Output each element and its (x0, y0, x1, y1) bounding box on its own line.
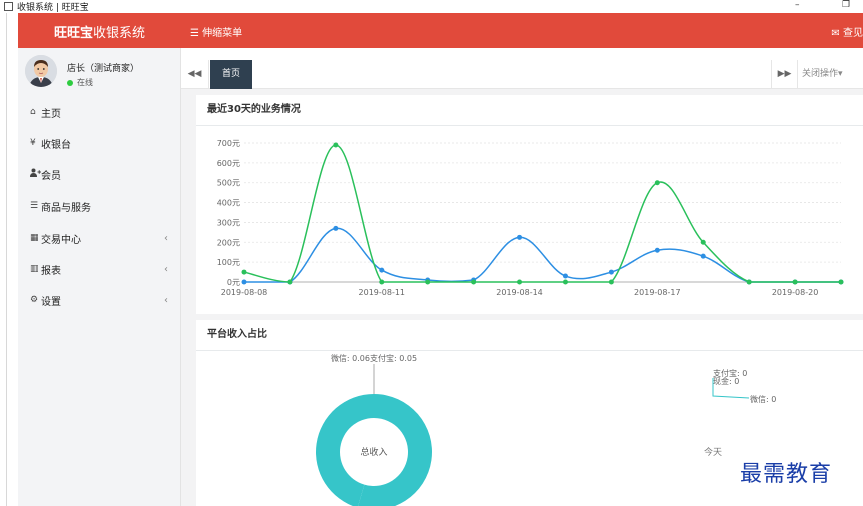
data-point (333, 142, 339, 148)
gears-icon: ⚙ (30, 295, 39, 305)
menu-toggle-label: 伸缩菜单 (202, 28, 243, 39)
tab-scroll-right-button[interactable]: ▶▶ (771, 60, 797, 89)
sidebar-item-label: 主页 (41, 108, 61, 120)
series-line (244, 227, 841, 283)
pie-center-label: 总收入 (360, 446, 387, 458)
sidebar-item-label: 交易中心 (41, 234, 81, 246)
data-point (517, 279, 523, 285)
data-point (700, 239, 706, 245)
business-chart-panel: 最近30天的业务情况 0元 100元 200元 300元 400元 500元 600元 700… (196, 95, 863, 314)
user-status: 在线 (67, 77, 93, 88)
data-point (333, 225, 339, 231)
data-point (562, 273, 568, 279)
data-point (654, 247, 660, 253)
sidebar-item-cashier[interactable]: ¥ 收银台 (18, 133, 180, 153)
brand-subtitle: 收银系统 (93, 26, 146, 41)
chevron-left-icon: ‹ (164, 263, 168, 275)
user-name: 店长（测试商家） (67, 64, 140, 74)
data-point (379, 279, 385, 285)
main-content: 最近30天的业务情况 0元 100元 200元 300元 400元 500元 600元 700… (181, 89, 863, 506)
pie-label: 微信: 0 (750, 394, 776, 404)
user-plus-icon (18, 168, 41, 180)
data-point (700, 253, 706, 259)
data-point (425, 279, 431, 285)
panel-title: 平台收入占比 (207, 329, 267, 340)
chevron-left-icon: ‹ (164, 232, 168, 244)
data-point (241, 269, 247, 275)
line-chart: 0元 100元 200元 300元 400元 500元 600元 700元 2019-08-08… (217, 139, 844, 297)
sidebar-item-label: 商品与服务 (41, 202, 91, 214)
sidebar-item-label: 报表 (41, 265, 61, 277)
y-tick-label: 400元 (217, 199, 240, 208)
sidebar-item-transactions[interactable]: ▦ 交易中心 ‹ (18, 228, 180, 248)
data-point (792, 279, 798, 285)
home-icon: ⌂ (30, 107, 36, 117)
y-tick-label: 100元 (217, 258, 240, 267)
data-point (654, 180, 660, 186)
notice-label: 查见 (843, 28, 863, 39)
x-tick-label: 2019-08-14 (496, 288, 543, 297)
menu-icon: ☰ (190, 28, 199, 39)
series-line (243, 144, 841, 283)
avatar[interactable] (25, 55, 57, 87)
pie-center-label: 今天 (704, 446, 722, 458)
restore-button[interactable]: ❐ (842, 0, 850, 10)
notice-button[interactable]: ✉ 查见 (831, 24, 863, 39)
tab-home[interactable]: 首页 (210, 60, 252, 89)
minimize-button[interactable]: – (795, 0, 800, 10)
tab-bar: ◀◀ 首页 ▶▶ 关闭操作▾ (181, 60, 863, 89)
menu-toggle-button[interactable]: ☰ 伸缩菜单 (190, 24, 242, 39)
sidebar-item-label: 会员 (41, 170, 61, 182)
sidebar-item-members[interactable]: 会员 (18, 164, 180, 184)
sidebar-item-reports[interactable]: ▥ 报表 ‹ (18, 259, 180, 279)
y-tick-label: 700元 (217, 139, 240, 148)
data-point (287, 279, 293, 285)
close-operations-dropdown[interactable]: 关闭操作▾ (797, 60, 863, 89)
sidebar-item-products[interactable]: ☰ 商品与服务 (18, 196, 180, 216)
calculator-icon: ▦ (30, 233, 39, 243)
tab-scroll-left-button[interactable]: ◀◀ (181, 60, 209, 89)
sidebar-item-label: 设置 (41, 296, 61, 308)
watermark: 最需教育 (740, 462, 833, 487)
app-icon (4, 2, 13, 11)
brand-name: 旺旺宝 (54, 26, 94, 41)
y-tick-label: 300元 (217, 218, 240, 227)
sidebar: 店长（测试商家） 在线 ⌂ 主页 ¥ 收银台 会员 ☰ 商品与服务 ▦ 交易中心… (18, 48, 181, 506)
chevron-left-icon: ‹ (164, 294, 168, 306)
data-point (838, 279, 844, 285)
mail-icon: ✉ (831, 28, 840, 39)
list-icon: ☰ (30, 201, 39, 211)
top-navbar: 旺旺宝收银系统 ☰ 伸缩菜单 ✉ 查见 (18, 13, 863, 48)
data-point (608, 269, 614, 275)
pie-label: 现金: 0 (713, 376, 739, 386)
sidebar-item-label: 收银台 (41, 139, 71, 151)
data-point (608, 279, 614, 285)
x-tick-label: 2019-08-20 (772, 288, 819, 297)
y-tick-label: 200元 (217, 238, 240, 247)
x-tick-label: 2019-08-11 (359, 288, 406, 297)
brand-logo[interactable]: 旺旺宝收银系统 (54, 22, 145, 41)
x-tick-label: 2019-08-08 (221, 288, 268, 297)
data-point (517, 234, 523, 240)
pie-label: 微信: 0.06支付宝: 0.05 (331, 353, 417, 363)
panel-title: 最近30天的业务情况 (207, 104, 301, 115)
data-point (471, 279, 477, 285)
data-point (241, 279, 247, 285)
window-left-border (6, 13, 7, 506)
sidebar-item-home[interactable]: ⌂ 主页 (18, 102, 180, 122)
sidebar-item-settings[interactable]: ⚙ 设置 ‹ (18, 290, 180, 310)
data-point (746, 279, 752, 285)
x-tick-label: 2019-08-17 (634, 288, 681, 297)
y-tick-label: 600元 (217, 159, 240, 168)
user-status-label: 在线 (77, 78, 93, 87)
yen-icon: ¥ (30, 138, 36, 148)
online-dot-icon (67, 79, 73, 86)
data-point (562, 279, 568, 285)
y-tick-label: 0元 (227, 278, 240, 287)
window-title: 收银系统 | 旺旺宝 (17, 3, 89, 13)
y-tick-label: 500元 (217, 179, 240, 188)
bar-chart-icon: ▥ (30, 264, 39, 274)
window-titlebar: 收银系统 | 旺旺宝 – ❐ (0, 0, 863, 13)
data-point (379, 267, 385, 273)
